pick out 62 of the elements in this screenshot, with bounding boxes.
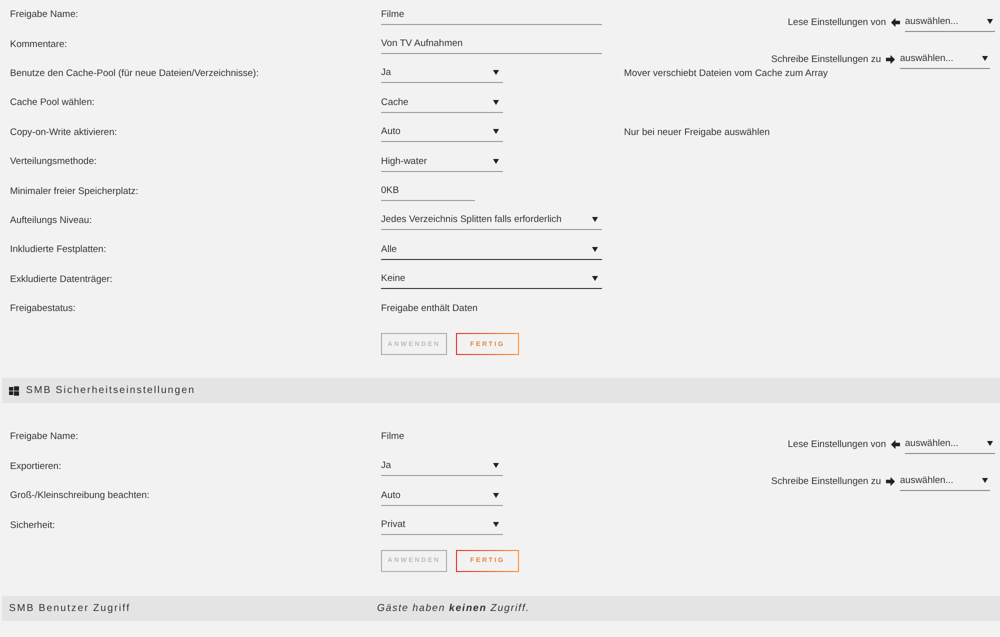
multi-select-field[interactable]: Keine (381, 269, 602, 290)
arrow-left-icon (891, 440, 900, 449)
arrow-left-icon (891, 18, 900, 26)
text-field[interactable]: 0KB (381, 181, 475, 202)
arrow-right-icon (886, 54, 895, 64)
field-label: Kommentare: (9, 38, 68, 50)
text-field[interactable]: Filme (381, 4, 602, 25)
select-field[interactable]: Auto (381, 486, 503, 506)
copy-settings-label: Lese Einstellungen von (788, 438, 886, 450)
copy-settings-label: Schreibe Einstellungen zu (771, 54, 881, 64)
arrow-right-icon (886, 476, 895, 486)
field-label: Exportieren: (9, 460, 62, 472)
select-field[interactable]: Auto (381, 122, 503, 142)
field-label: Groß-/Kleinschreibung beachten: (9, 490, 150, 502)
field-label: Freigabe Name: (9, 431, 78, 442)
caret-icon (592, 246, 598, 252)
select-field[interactable]: auswählen... (905, 12, 995, 32)
select-field[interactable]: Jedes Verzeichnis Splitten falls erforderlich (381, 210, 602, 230)
select-field[interactable]: auswählen... (900, 471, 990, 492)
caret-icon (493, 129, 499, 134)
field-label: Exkludierte Datenträger: (9, 274, 112, 285)
field-label: Freigabe Name: (9, 9, 78, 20)
caret-icon (493, 463, 499, 468)
field-label: Inkludierte Festplatten: (9, 244, 106, 256)
field-label: Aufteilungs Niveau: (9, 214, 92, 226)
text-field[interactable]: Von TV Aufnahmen (381, 34, 602, 54)
section-title: SMB Sicherheitseinstellungen (26, 385, 196, 396)
caret-icon (982, 478, 988, 484)
caret-icon (982, 56, 988, 61)
select-field[interactable]: Ja (381, 63, 503, 84)
caret-icon (592, 276, 598, 282)
select-field[interactable]: Privat (381, 515, 503, 536)
copy-settings-label: Lese Einstellungen von (788, 16, 886, 28)
caret-icon (592, 217, 598, 222)
field-label: Copy-on-Write aktivieren: (9, 126, 118, 138)
select-field[interactable]: Cache (381, 92, 503, 113)
caret-icon (493, 158, 499, 164)
field-label: Freigabestatus: (9, 303, 76, 314)
caret-icon (987, 441, 993, 446)
select-field[interactable]: auswählen... (905, 434, 995, 454)
field-label: Cache Pool wählen: (9, 97, 94, 108)
caret-icon (987, 19, 993, 24)
caret-icon (493, 492, 499, 498)
field-note: Mover verschiebt Dateien vom Cache zum Array (624, 68, 828, 79)
field-label: Verteilungsmethode: (9, 156, 97, 168)
four-squares-icon (9, 386, 19, 396)
select-field[interactable]: auswählen... (900, 49, 990, 69)
field-label: Minimaler freier Speicherplatz: (9, 186, 138, 197)
field-label: Sicherheit: (9, 520, 55, 531)
caret-icon (493, 70, 499, 76)
select-field[interactable]: Ja (381, 456, 503, 476)
static-value: Filme (381, 431, 404, 442)
static-value: Freigabe enthält Daten (381, 303, 478, 314)
section-title: SMB Benutzer Zugriff (9, 602, 130, 614)
field-label: Benutze den Cache-Pool (für neue Dateien/Verzeichnisse): (9, 68, 259, 79)
field-note: Nur bei neuer Freigabe auswählen (624, 126, 770, 138)
caret-icon (493, 522, 499, 528)
caret-icon (493, 100, 499, 105)
access-message: Gäste haben keinen Zugriff. (377, 602, 530, 614)
multi-select-field[interactable]: Alle (381, 240, 602, 260)
select-field[interactable]: High-water (381, 152, 503, 172)
copy-settings-label: Schreibe Einstellungen zu (771, 476, 881, 487)
